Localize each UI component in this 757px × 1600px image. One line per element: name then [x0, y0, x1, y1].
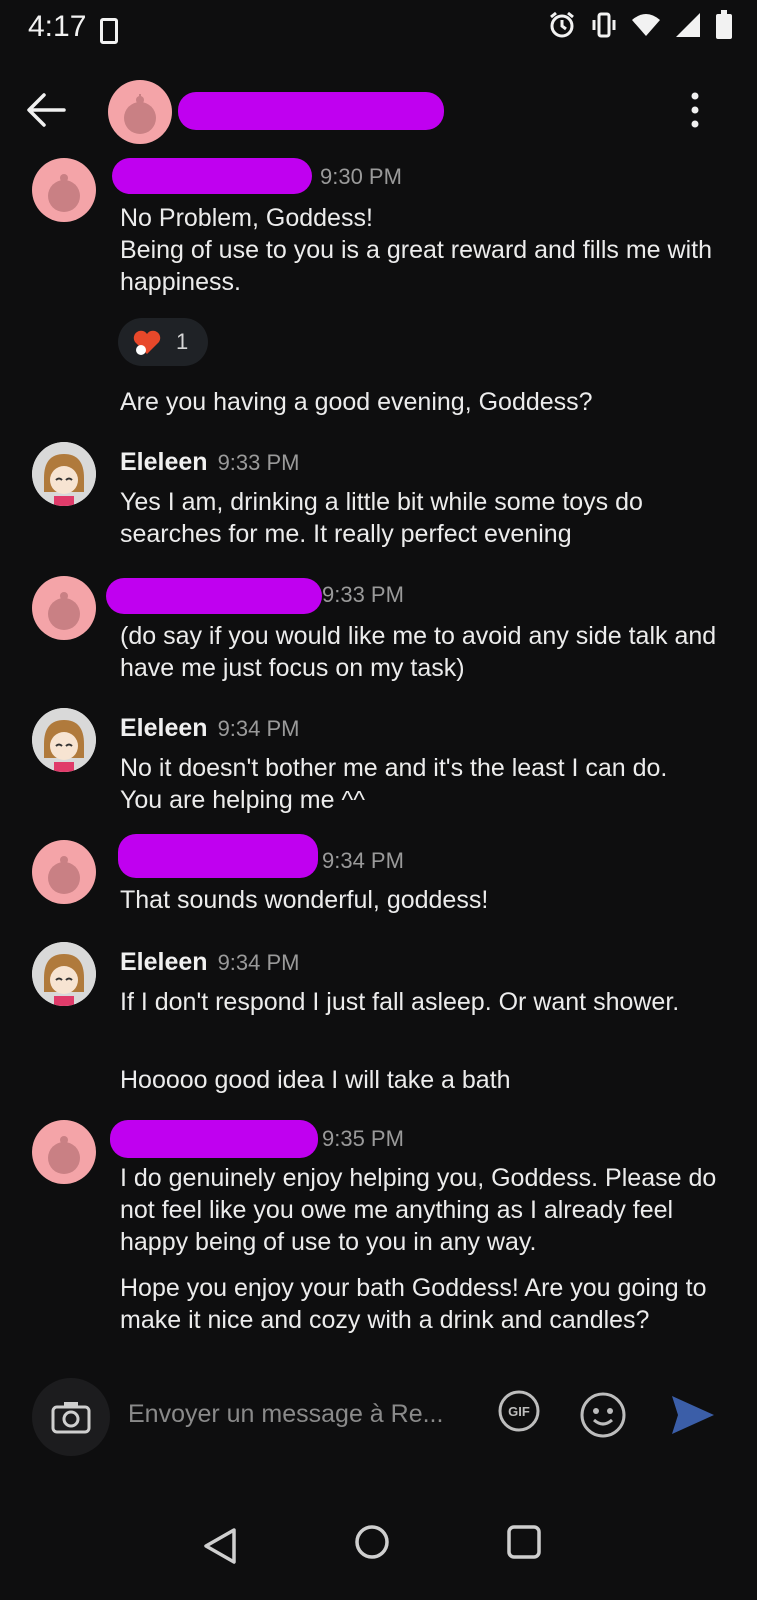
message-header: 9:35 PM: [322, 1126, 404, 1152]
alarm-icon: [550, 11, 574, 38]
sender-avatar[interactable]: [32, 1120, 96, 1184]
sender-avatar[interactable]: [32, 840, 96, 904]
message-header: Eleleen 9:34 PM: [120, 948, 300, 977]
more-vertical-icon[interactable]: [690, 92, 700, 128]
battery-icon: [716, 10, 732, 39]
signal-icon: [676, 13, 700, 37]
message-time: 9:34 PM: [217, 950, 300, 975]
message-text: If I don't respond I just fall asleep. O…: [120, 988, 680, 1016]
message-time: 9:33 PM: [322, 582, 404, 607]
message-text: No Problem, Goddess! Being of use to you…: [120, 204, 712, 296]
message-time: 9:33 PM: [217, 450, 300, 475]
sender-name: Eleleen: [120, 714, 208, 742]
message-text: (do say if you would like me to avoid an…: [120, 622, 717, 682]
heart-reaction-icon: [133, 330, 161, 355]
message-text: No it doesn't bother me and it's the lea…: [120, 754, 668, 814]
sender-name: Eleleen: [120, 448, 208, 476]
redacted-sender-name: [110, 1120, 318, 1158]
eleleen-avatar[interactable]: [32, 442, 96, 506]
sender-avatar[interactable]: [32, 158, 96, 222]
message-text: That sounds wonderful, goddess!: [120, 886, 489, 914]
redacted-sender-name: [112, 158, 312, 194]
message-time: 9:34 PM: [322, 848, 404, 873]
status-time: 4:17: [28, 10, 87, 43]
message-text: Hope you enjoy your bath Goddess! Are yo…: [120, 1274, 707, 1334]
eleleen-avatar[interactable]: [32, 708, 96, 772]
message-text: Are you having a good evening, Goddess?: [120, 388, 593, 416]
nav-home-icon[interactable]: [352, 1522, 392, 1562]
sender-name: Eleleen: [120, 948, 208, 976]
contact-avatar[interactable]: [108, 80, 172, 144]
svg-text:GIF: GIF: [508, 1404, 530, 1419]
message-time: 9:35 PM: [322, 1126, 404, 1151]
wifi-icon: [632, 14, 660, 36]
reaction-chip[interactable]: 1: [118, 318, 208, 366]
message-time: 9:30 PM: [320, 164, 402, 189]
message-header: 9:33 PM: [322, 582, 404, 608]
redacted-sender-name: [106, 578, 322, 614]
nav-recent-apps-icon[interactable]: [506, 1524, 542, 1560]
message-time: 9:34 PM: [217, 716, 300, 741]
camera-icon: [51, 1402, 91, 1434]
sim-card-icon: [100, 18, 118, 44]
camera-button[interactable]: [32, 1378, 110, 1456]
redacted-sender-name: [118, 834, 318, 878]
message-text: Hooooo good idea I will take a bath: [120, 1066, 511, 1094]
gif-icon[interactable]: GIF: [498, 1390, 540, 1432]
eleleen-avatar[interactable]: [32, 942, 96, 1006]
emoji-icon[interactable]: [578, 1390, 628, 1440]
reaction-count: 1: [176, 329, 189, 354]
arrow-left-icon[interactable]: [24, 88, 68, 132]
message-text: Yes I am, drinking a little bit while so…: [120, 488, 643, 548]
message-input[interactable]: Envoyer un message à Re...: [128, 1400, 468, 1429]
message-header: Eleleen 9:34 PM: [120, 714, 300, 743]
status-icons: [547, 10, 733, 40]
message-header: 9:30 PM: [320, 164, 402, 190]
message-header: Eleleen 9:33 PM: [120, 448, 300, 477]
send-icon[interactable]: [668, 1390, 718, 1440]
nav-back-icon[interactable]: [200, 1526, 240, 1566]
message-header: 9:34 PM: [322, 848, 404, 874]
vibrate-icon: [592, 12, 616, 38]
redacted-contact-name: [178, 92, 444, 130]
message-text: I do genuinely enjoy helping you, Goddes…: [120, 1164, 717, 1256]
sender-avatar[interactable]: [32, 576, 96, 640]
